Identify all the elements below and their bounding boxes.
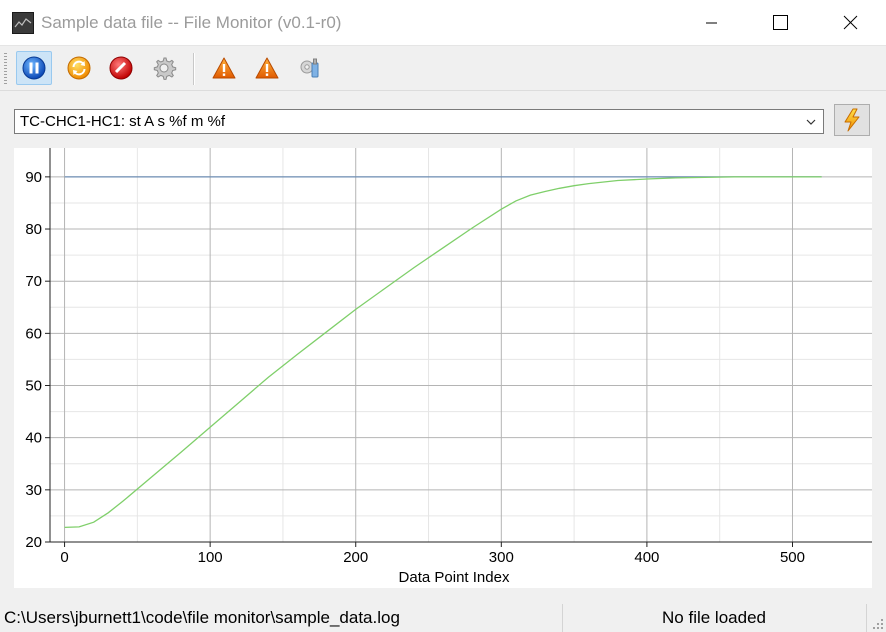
line-chart: 0 100 200 300 400 500 20 30 40 50 60 70 80 90 Data Poi… [25, 148, 872, 586]
y-tick-label: 70 [25, 273, 42, 290]
channel-select[interactable]: TC-CHC1-HC1: st A s %f m %f [14, 109, 824, 134]
apply-button[interactable] [834, 104, 870, 136]
warning-icon [255, 57, 279, 79]
channel-select-value: TC-CHC1-HC1: st A s %f m %f [20, 113, 226, 130]
settings-button[interactable] [146, 51, 182, 85]
x-tick-label: 100 [198, 549, 223, 566]
toolbar [0, 47, 886, 91]
chevron-down-icon [806, 119, 816, 125]
window-title: Sample data file -- File Monitor (v0.1-r… [41, 13, 342, 32]
y-tick-label: 20 [25, 534, 42, 551]
x-tick-label: 500 [780, 549, 805, 566]
settings-wrench-icon [300, 58, 319, 78]
lightning-icon [844, 108, 860, 132]
x-axis-label: Data Point Index [399, 569, 510, 586]
y-tick-label: 50 [25, 378, 42, 395]
pause-icon [22, 56, 46, 80]
refresh-button[interactable] [61, 51, 97, 85]
tools-button[interactable] [292, 51, 328, 85]
y-tick-label: 30 [25, 482, 42, 499]
maximize-button[interactable] [757, 0, 803, 46]
file-path-label: C:\Users\jburnett1\code\file monitor\sam… [4, 608, 400, 627]
app-icon [12, 12, 34, 34]
title-bar: Sample data file -- File Monitor (v0.1-r… [0, 0, 886, 46]
resize-grip-icon[interactable] [872, 618, 884, 630]
warning-icon [212, 57, 236, 79]
minimize-button[interactable] [688, 0, 734, 46]
warning-button-2[interactable] [249, 51, 285, 85]
toolbar-separator [193, 53, 195, 85]
stop-icon [109, 56, 133, 80]
x-tick-label: 0 [60, 549, 68, 566]
x-tick-label: 300 [489, 549, 514, 566]
status-bar: C:\Users\jburnett1\code\file monitor\sam… [0, 602, 886, 632]
x-tick-label: 400 [634, 549, 659, 566]
y-tick-label: 40 [25, 430, 42, 447]
y-tick-label: 80 [25, 221, 42, 238]
warning-button-1[interactable] [206, 51, 242, 85]
x-tick-label: 200 [343, 549, 368, 566]
refresh-icon [67, 56, 91, 80]
y-tick-label: 60 [25, 325, 42, 342]
file-status-label: No file loaded [662, 608, 766, 627]
plot-area: 0 100 200 300 400 500 20 30 40 50 60 70 80 90 Data Poi… [14, 148, 872, 588]
status-divider [866, 604, 867, 632]
stop-button[interactable] [103, 51, 139, 85]
y-tick-label: 90 [25, 169, 42, 186]
toolbar-grip[interactable] [4, 53, 7, 85]
pause-button[interactable] [16, 51, 52, 85]
gear-icon [153, 57, 177, 80]
close-button[interactable] [827, 0, 873, 46]
